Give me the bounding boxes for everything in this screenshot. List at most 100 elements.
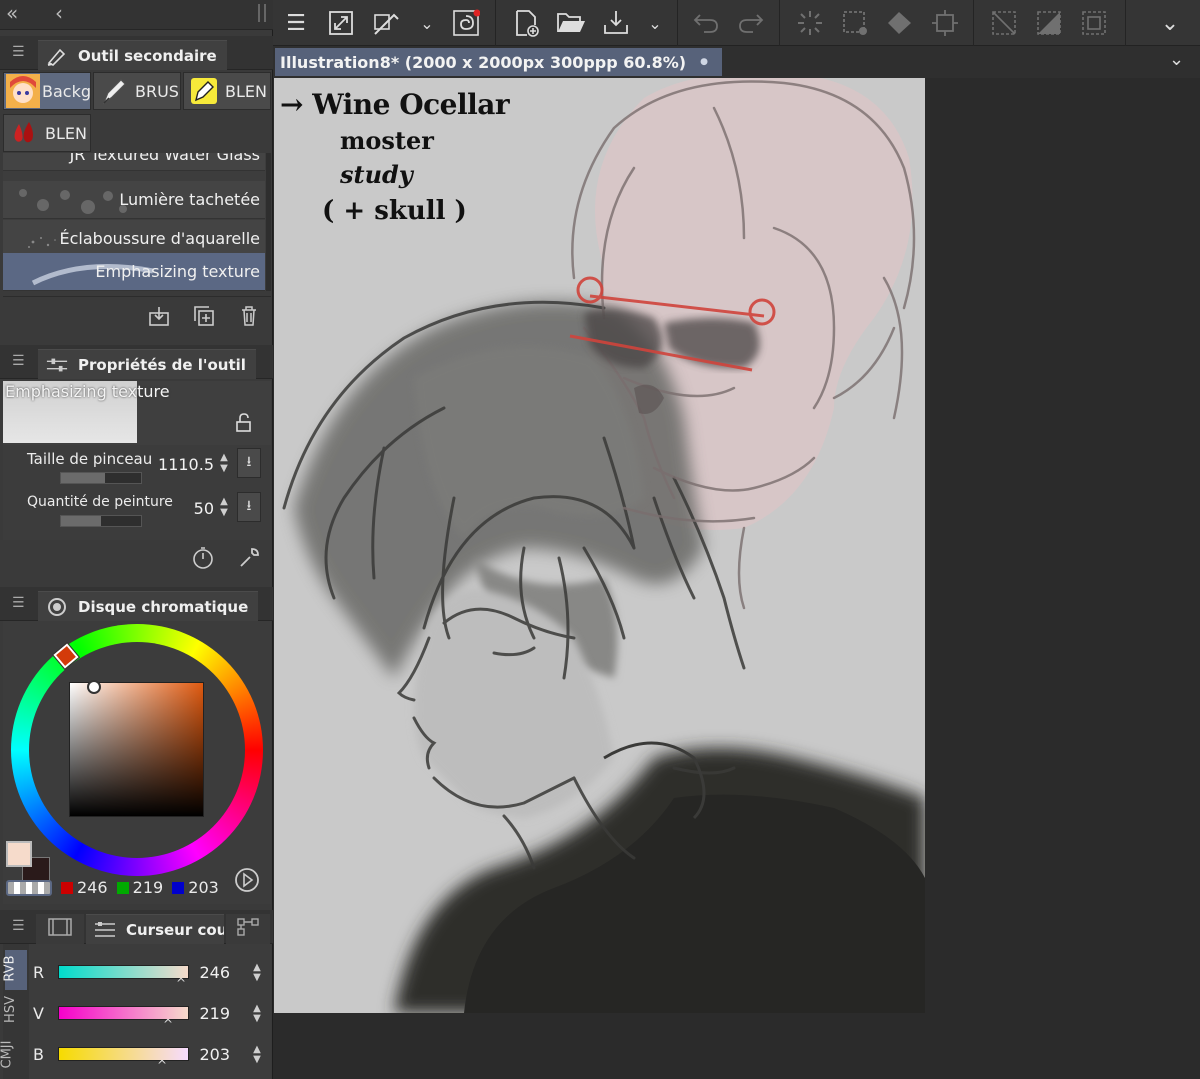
drawing-canvas[interactable]: → Wine Ocellar moster study ( + skull )	[274, 78, 925, 1013]
paint-amount-slider[interactable]	[60, 515, 142, 527]
fit-screen-icon[interactable]	[324, 6, 358, 40]
crop-icon[interactable]	[928, 6, 962, 40]
selection-clear-icon[interactable]	[838, 6, 872, 40]
mode-tab-cmyk[interactable]: CMJI	[0, 1041, 14, 1069]
invert-selection-icon[interactable]	[1032, 6, 1066, 40]
slider-label-b: B	[33, 1045, 44, 1064]
trash-icon[interactable]	[235, 302, 263, 330]
tab-tool-properties[interactable]: Propriétés de l'outil	[38, 349, 256, 379]
transparent-color-swatch[interactable]	[6, 880, 52, 896]
tool-properties-header: ☰ Propriétés de l'outil	[0, 345, 273, 379]
panel-grip-icon[interactable]	[258, 4, 266, 22]
canvas-surround	[925, 78, 1200, 1079]
list-item[interactable]: JR Textured Water Glass	[3, 153, 265, 171]
slider-r[interactable]	[58, 965, 189, 979]
tab-intermediate-color[interactable]	[226, 914, 270, 944]
chevron-down-icon[interactable]: ⌄	[410, 6, 444, 40]
slider-v-spinner[interactable]: ▲ ▼	[250, 1004, 264, 1024]
red-value: 246	[77, 878, 108, 897]
command-bar: ☰ ⌄ ⌄ ⌄	[273, 0, 1200, 46]
paint-amount-value[interactable]: 50	[156, 499, 214, 518]
caret-up-icon[interactable]: ^	[176, 976, 186, 990]
paint-amount-download-icon[interactable]: ⭳	[237, 492, 261, 522]
brush-size-download-icon[interactable]: ⭳	[237, 448, 261, 478]
brush-size-slider-fill	[61, 473, 105, 483]
clear-icon[interactable]	[793, 6, 827, 40]
document-tab-bar: Illustration8* (2000 x 2000px 300ppp 60.…	[273, 46, 1200, 78]
redo-icon[interactable]	[734, 6, 768, 40]
slider-label-v: V	[33, 1004, 44, 1023]
tool-properties-footer	[3, 540, 271, 578]
undo-icon[interactable]	[689, 6, 723, 40]
subtool-group-background[interactable]: Backg	[3, 72, 91, 110]
pen-nib-icon	[97, 76, 131, 106]
blood-drops-icon	[7, 118, 41, 148]
brush-list-scrollbar[interactable]	[266, 153, 271, 291]
select-all-icon[interactable]	[1077, 6, 1111, 40]
slider-value-b[interactable]: 203	[196, 1045, 230, 1064]
caret-up-icon[interactable]: ^	[163, 1017, 173, 1031]
tab-color-set[interactable]	[36, 914, 84, 944]
subtool-group-brush[interactable]: BRUS	[93, 72, 181, 110]
panel-menu-icon[interactable]: ☰	[12, 353, 25, 369]
mode-tab-rgb[interactable]: RVB	[3, 955, 18, 981]
stopwatch-icon[interactable]	[189, 544, 217, 572]
subtool-group-blend-2[interactable]: BLEN	[3, 114, 91, 152]
main-color-swatch[interactable]	[6, 841, 32, 867]
new-file-icon[interactable]	[509, 6, 543, 40]
sv-cursor[interactable]	[87, 680, 101, 694]
unlock-icon[interactable]	[235, 413, 253, 437]
slider-r-spinner[interactable]: ▲ ▼	[250, 963, 264, 983]
panel-menu-icon[interactable]: ☰	[12, 595, 25, 611]
brush-size-slider[interactable]	[60, 472, 142, 484]
transform-tool-icon[interactable]	[369, 6, 403, 40]
chevron-down-icon[interactable]: ⌄	[1153, 6, 1187, 40]
color-wheel-icon	[46, 597, 68, 616]
chevron-down-icon[interactable]: ⌄	[1169, 49, 1184, 70]
color-slider-header: ☰ Curseur cou	[0, 910, 273, 944]
deselect-icon[interactable]	[987, 6, 1021, 40]
tool-preview: Emphasizing texture	[3, 381, 271, 445]
duplicate-icon[interactable]	[190, 302, 218, 330]
chevron-down-icon[interactable]: ⌄	[638, 6, 672, 40]
open-folder-icon[interactable]	[554, 6, 588, 40]
paint-amount-label: Quantité de peinture	[27, 494, 173, 510]
color-slider-title: Curseur cou	[126, 920, 224, 939]
saturation-value-square[interactable]	[69, 682, 204, 817]
slider-value-v[interactable]: 219	[196, 1004, 230, 1023]
brush-size-value[interactable]: 1110.5	[156, 455, 214, 474]
film-strip-icon	[48, 918, 72, 940]
subtool-group-label: BLEN	[225, 81, 267, 101]
menu-icon[interactable]: ☰	[279, 6, 313, 40]
subtool-group-blend-1[interactable]: BLEN	[183, 72, 271, 110]
tab-subtool[interactable]: Outil secondaire	[38, 40, 227, 70]
tab-color-wheel[interactable]: Disque chromatique	[38, 591, 259, 621]
brush-tool-icon	[46, 47, 68, 66]
mode-tab-hsv[interactable]: HSV	[3, 996, 18, 1023]
handwritten-note: → Wine Ocellar moster study ( + skull )	[280, 88, 580, 248]
chevron-left-icon[interactable]: ‹	[55, 1, 63, 25]
panel-menu-icon[interactable]: ☰	[12, 918, 25, 934]
reference-layer-icon[interactable]	[449, 6, 483, 40]
tab-color-slider[interactable]: Curseur cou	[86, 914, 224, 944]
list-item[interactable]: Lumière tachetée	[3, 181, 265, 219]
save-icon[interactable]	[599, 6, 633, 40]
caret-up-icon[interactable]: ^	[157, 1058, 167, 1072]
slider-lines-icon	[94, 921, 116, 939]
slider-b[interactable]	[58, 1047, 189, 1061]
paint-amount-spinner[interactable]: ▲ ▼	[217, 496, 231, 522]
double-chevron-left-icon[interactable]: «	[6, 1, 18, 25]
left-panel: « ‹ ☰ Outil secondaire Backg BRUS BLEN B…	[0, 0, 273, 1079]
brush-name: Lumière tachetée	[119, 190, 260, 209]
wrench-icon[interactable]	[235, 544, 263, 572]
brush-size-spinner[interactable]: ▲ ▼	[217, 452, 231, 478]
list-item[interactable]: Emphasizing texture	[3, 253, 265, 291]
slider-value-r[interactable]: 246	[196, 963, 230, 982]
import-icon[interactable]	[145, 302, 173, 330]
slider-b-spinner[interactable]: ▲ ▼	[250, 1045, 264, 1065]
play-circle-icon[interactable]	[233, 866, 261, 898]
color-wheel-title: Disque chromatique	[78, 597, 249, 616]
fill-icon[interactable]	[883, 6, 917, 40]
panel-menu-icon[interactable]: ☰	[12, 44, 25, 60]
document-tab[interactable]: Illustration8* (2000 x 2000px 300ppp 60.…	[275, 48, 722, 76]
